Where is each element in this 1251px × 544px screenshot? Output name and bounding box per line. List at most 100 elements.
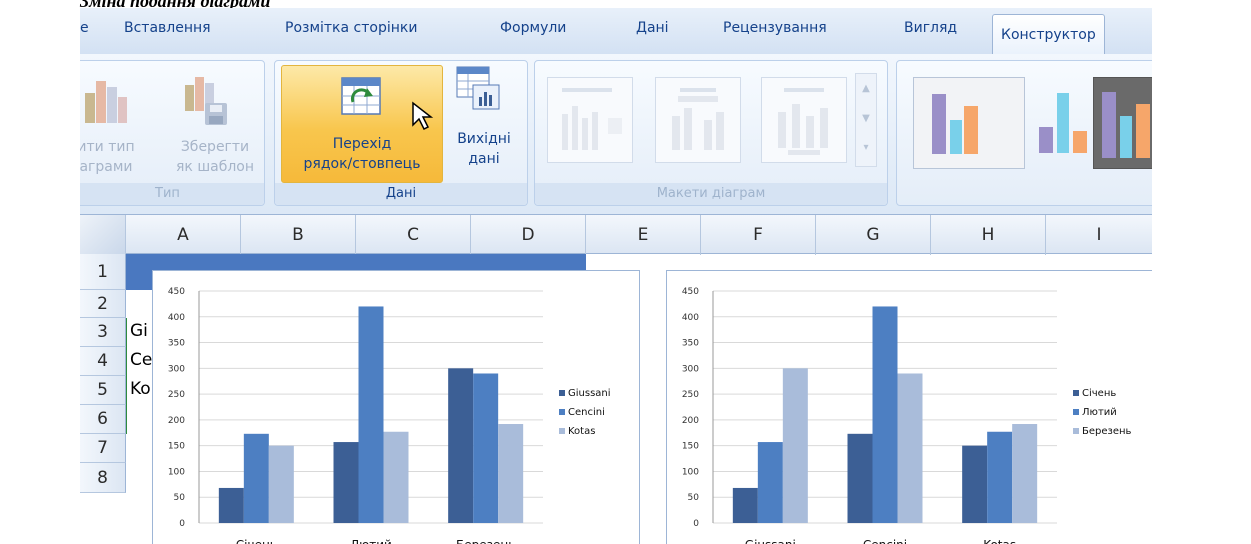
- tab-review[interactable]: Рецензування: [723, 20, 827, 36]
- col-header-e[interactable]: E: [586, 215, 701, 255]
- col-header-b[interactable]: B: [241, 215, 356, 255]
- chart-switched[interactable]: 0 50 100 150 200 250 300 350 400 450 Giussani Cenci…: [666, 270, 1152, 544]
- group-layouts-label: Макети діаграм: [535, 183, 887, 205]
- tab-view[interactable]: Вигляд: [904, 20, 957, 36]
- col-header-d[interactable]: D: [471, 215, 586, 255]
- mouse-cursor-icon: [412, 101, 434, 131]
- cell-a4[interactable]: Ce: [130, 350, 152, 370]
- bar: [987, 431, 1013, 523]
- bar: [358, 306, 384, 523]
- x-category-label: Cencini: [863, 538, 907, 544]
- change-chart-type-icon: [85, 81, 127, 123]
- layout-1-icon: [562, 88, 622, 150]
- bar: [383, 431, 409, 523]
- y-tick-label: 300: [168, 364, 185, 374]
- col-header-c[interactable]: C: [356, 215, 471, 255]
- col-header-i[interactable]: I: [1046, 215, 1152, 255]
- y-tick-label: 0: [693, 519, 699, 529]
- layout-3-icon: [778, 88, 828, 155]
- bar: [847, 433, 873, 523]
- tab-insert[interactable]: Вставлення: [124, 20, 211, 36]
- select-data-button[interactable]: Вихідні дані: [441, 129, 527, 169]
- bar: [757, 442, 783, 523]
- y-tick-label: 0: [179, 519, 185, 529]
- y-tick-label: 150: [682, 442, 699, 452]
- layout-thumb-2[interactable]: [655, 77, 741, 163]
- ribbon: ити тип аграми Зберегти як шаблон Тип Пе…: [80, 54, 1152, 214]
- style-1-icon: [932, 94, 978, 154]
- tab-page-layout[interactable]: Розмітка сторінки: [285, 20, 417, 36]
- y-tick-label: 200: [168, 416, 185, 426]
- row-header-5[interactable]: 5: [80, 376, 126, 405]
- x-category-label: Березень: [456, 538, 515, 544]
- layout-thumb-3[interactable]: [761, 77, 847, 163]
- group-chart-styles: [896, 60, 1152, 206]
- row-header-7[interactable]: 7: [80, 434, 126, 463]
- tab-formulas[interactable]: Формули: [500, 20, 566, 36]
- bar: [498, 424, 524, 523]
- col-header-h[interactable]: H: [931, 215, 1046, 255]
- x-category-label: Giussani: [745, 538, 796, 544]
- excel-window: е Вставлення Розмітка сторінки Формули Д…: [80, 8, 1152, 544]
- bar: [732, 487, 758, 523]
- group-chart-layouts: ▲ ▼ ▾ Макети діаграм: [534, 60, 888, 206]
- y-tick-label: 450: [168, 287, 185, 297]
- col-header-a[interactable]: A: [126, 215, 241, 255]
- save-as-template-button[interactable]: Зберегти як шаблон: [167, 137, 263, 177]
- select-all-corner[interactable]: [80, 215, 126, 255]
- y-tick-label: 100: [168, 467, 185, 477]
- more-layouts-icon[interactable]: ▾: [856, 134, 876, 162]
- layout-thumb-1[interactable]: [547, 77, 633, 163]
- y-tick-label: 50: [174, 493, 186, 503]
- col-header-g[interactable]: G: [816, 215, 931, 255]
- scroll-up-icon[interactable]: ▲: [856, 74, 876, 104]
- chart-switched-plot: 0 50 100 150 200 250 300 350 400 450 Giussani Cenci…: [682, 287, 1132, 544]
- bar: [962, 445, 988, 523]
- legend-entry: Kotas: [568, 426, 595, 437]
- y-tick-label: 300: [682, 364, 699, 374]
- bar: [218, 487, 244, 523]
- tab-partial[interactable]: е: [80, 20, 89, 36]
- save-template-icon: [185, 77, 227, 125]
- legend-swatch: [559, 390, 565, 396]
- row-header-4[interactable]: 4: [80, 347, 126, 376]
- tab-design[interactable]: Конструктор: [992, 14, 1105, 54]
- style-thumb-3[interactable]: [1093, 77, 1152, 169]
- row-header-1[interactable]: 1: [80, 254, 126, 290]
- legend-entry: Січень: [1082, 387, 1116, 399]
- bar: [872, 306, 898, 523]
- group-data-label: Дані: [275, 183, 527, 205]
- scroll-down-icon[interactable]: ▼: [856, 104, 876, 134]
- col-header-f[interactable]: F: [701, 215, 816, 255]
- cell-a3[interactable]: Gi: [130, 321, 148, 341]
- legend-swatch: [559, 428, 565, 434]
- row-header-3[interactable]: 3: [80, 318, 126, 347]
- row-header-2[interactable]: 2: [80, 290, 126, 318]
- bar: [333, 442, 359, 523]
- y-tick-label: 450: [682, 287, 699, 297]
- x-category-label: Січень: [236, 538, 277, 544]
- chart-original[interactable]: 0 50 100 150 200 250 300 350 400 450 Січень Лютий Бе…: [152, 270, 640, 544]
- change-chart-type-button[interactable]: ити тип аграми: [80, 137, 141, 177]
- style-thumb-1[interactable]: [913, 77, 1025, 169]
- style-3-icon: [1102, 92, 1150, 158]
- group-type-label: Тип: [80, 183, 264, 205]
- row-header-8[interactable]: 8: [80, 463, 126, 493]
- y-tick-label: 200: [682, 416, 699, 426]
- chart-original-plot: 0 50 100 150 200 250 300 350 400 450 Січень Лютий Бе…: [168, 287, 611, 544]
- legend-entry: Giussani: [568, 388, 611, 399]
- y-tick-label: 400: [168, 313, 185, 323]
- row-header-6[interactable]: 6: [80, 405, 126, 434]
- y-tick-label: 350: [168, 339, 185, 349]
- cell-a5[interactable]: Ko: [130, 379, 151, 399]
- legend-entry: Лютий: [1082, 407, 1117, 418]
- worksheet-grid: A B C D E F G H I 1 2 3 4 5 6 7 8 Gi Ce …: [80, 214, 1152, 544]
- bar: [1012, 424, 1038, 523]
- group-type: ити тип аграми Зберегти як шаблон Тип: [80, 60, 265, 206]
- tab-data[interactable]: Дані: [636, 20, 669, 36]
- legend-swatch: [1073, 409, 1079, 415]
- y-tick-label: 400: [682, 313, 699, 323]
- layouts-scroll[interactable]: ▲ ▼ ▾: [855, 73, 877, 167]
- bar: [473, 373, 499, 523]
- column-header-row: A B C D E F G H I: [80, 214, 1152, 255]
